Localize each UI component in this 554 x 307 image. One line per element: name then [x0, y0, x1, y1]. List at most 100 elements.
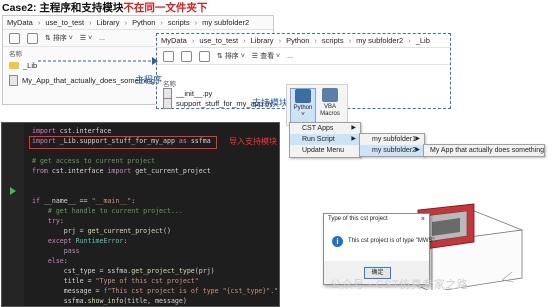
breadcrumb-item[interactable]: scripts	[322, 36, 344, 45]
code-line: pass	[32, 246, 80, 256]
code-editor[interactable]: import cst.interface import _Lib.support_…	[1, 122, 280, 307]
menu-item-run-script[interactable]: Run Script ▶	[290, 134, 360, 145]
view-button[interactable]: ☰ ˅	[80, 34, 92, 42]
folder-icon	[9, 62, 19, 69]
sort-button[interactable]: ⇅ 排序 ˅	[45, 33, 73, 43]
breadcrumb-item[interactable]: my subfolder2	[356, 36, 403, 45]
code-line: title = "Type of this cst project"	[32, 276, 199, 286]
breadcrumb-item[interactable]: MyData	[7, 18, 33, 27]
breadcrumb: MyData › use_to_test › Library › Python › sc…	[157, 34, 450, 48]
breadcrumb-item[interactable]: Library	[251, 36, 274, 45]
file-name: _Lib	[23, 61, 38, 70]
code-token: __name__ ==	[43, 197, 92, 205]
menu-item-update-menu[interactable]: Update Menu	[290, 145, 360, 156]
code-token: :	[131, 197, 136, 205]
page-title: Case2: 主程序和支持模块不在同一文件夹下	[2, 0, 207, 15]
menu-item-cst-apps[interactable]: CST Apps ▶	[290, 123, 360, 134]
code-token: cst.interface	[51, 167, 108, 175]
support-module-label: 支持模块	[252, 98, 289, 108]
cut-icon[interactable]	[163, 50, 174, 62]
code-token: try	[47, 217, 60, 225]
code-line: except RuntimeError:	[32, 236, 127, 246]
code-token: else	[47, 257, 64, 265]
cut-icon[interactable]	[9, 32, 20, 44]
breadcrumb-item[interactable]: use_to_test	[199, 36, 238, 45]
code-token: pass	[63, 247, 80, 255]
code-token: cst.interface	[59, 127, 112, 135]
breadcrumb-item[interactable]: Library	[97, 18, 120, 27]
code-token: ()	[163, 227, 171, 235]
list-item[interactable]: _Lib	[9, 61, 37, 70]
code-line: prj = get_current_project()	[32, 226, 171, 236]
delete-icon[interactable]	[27, 32, 38, 44]
vba-label: VBA Macros	[320, 104, 340, 117]
python-file-icon	[9, 75, 18, 86]
python-icon	[295, 89, 311, 103]
code-token: except	[47, 237, 76, 245]
python-button[interactable]: Python ˅	[290, 88, 316, 124]
title-prefix: Case2: 主程序和支持模块	[2, 2, 124, 14]
code-line: message = f"This cst project is of type …	[32, 286, 278, 296]
breadcrumb-item[interactable]: my subfolder2	[202, 18, 249, 27]
copy-icon[interactable]	[181, 50, 192, 62]
breadcrumb-item[interactable]: scripts	[168, 18, 190, 27]
import-annotation: 导入支持模块	[229, 137, 277, 146]
menu-item-my-subfolder2[interactable]: my subfolder2 ▶	[360, 145, 424, 156]
vba-macros-button[interactable]: VBA Macros	[318, 88, 342, 122]
info-dialog: Type of this cst project × i This cst pr…	[323, 213, 436, 285]
code-line: ssfma.show_info(title, message)	[32, 296, 187, 306]
main-program-label: 主程序	[135, 75, 163, 85]
explorer-toolbar: ⇅ 排序 ˅ ☰ 查看 ˅ ...	[157, 48, 450, 65]
menu-item-my-app[interactable]: My App that actually does something	[424, 145, 544, 156]
dashed-arrow-icon	[38, 57, 158, 65]
code-token: show_info	[87, 297, 124, 305]
code-line: cst_type = ssfma.get_project_type(prj)	[32, 266, 215, 276]
breadcrumb: MyData › use_to_test › Library › Python › sc…	[3, 16, 273, 30]
close-icon[interactable]: ×	[421, 214, 425, 225]
editor-gutter	[2, 123, 24, 306]
code-token: message =	[32, 287, 104, 295]
code-line: else:	[32, 256, 68, 266]
menu-item-my-subfolder1[interactable]: my subfolder1 ▶	[360, 134, 424, 145]
run-arrow-icon[interactable]	[10, 187, 16, 195]
title-highlight: 不在同一文件夹下	[123, 2, 208, 14]
sort-label: 排序	[52, 35, 67, 42]
dialog-message: This cst project is of type "MWS".	[348, 238, 437, 244]
code-token: :	[123, 237, 128, 245]
column-header-name[interactable]: 名称	[163, 78, 176, 88]
breadcrumb-item[interactable]: use_to_test	[45, 18, 84, 27]
code-line: # get handle to current project...	[32, 206, 183, 216]
view-button[interactable]: ☰ 查看 ˅	[252, 51, 280, 61]
code-token: get_project_type	[131, 267, 195, 275]
code-token: :	[63, 257, 68, 265]
sort-button[interactable]: ⇅ 排序 ˅	[217, 51, 245, 61]
vba-macros-icon	[322, 88, 338, 102]
column-header-name[interactable]: 名称	[9, 48, 22, 58]
code-token: get_current_project	[87, 227, 164, 235]
code-token: "This cst project is of type "{cst_type}…	[107, 287, 279, 295]
sort-label: 排序	[224, 53, 239, 60]
breadcrumb-item[interactable]: Python	[132, 18, 155, 27]
code-token: :	[59, 217, 64, 225]
more-button[interactable]: ...	[287, 53, 293, 60]
code-token: import	[107, 167, 136, 175]
subfolder2-submenu: My App that actually does something	[423, 144, 545, 157]
delete-icon[interactable]	[199, 50, 210, 62]
code-token: title =	[32, 277, 96, 285]
breadcrumb-item[interactable]: Python	[286, 36, 309, 45]
python-label: Python	[293, 105, 313, 111]
code-token: ssfma.	[32, 297, 88, 305]
code-line: # get access to current project	[32, 156, 155, 166]
breadcrumb-item[interactable]: MyData	[161, 36, 187, 45]
watermark: 公众号 · CST仿真专家之路	[330, 279, 469, 291]
breadcrumb-item[interactable]: _Lib	[416, 36, 430, 45]
code-line: try:	[32, 216, 64, 226]
code-token: get_current_project	[135, 167, 211, 175]
code-token: if	[32, 197, 44, 205]
code-line: import cst.interface	[32, 126, 111, 136]
more-button[interactable]: ...	[99, 35, 105, 42]
code-token: (title, message)	[123, 297, 187, 305]
